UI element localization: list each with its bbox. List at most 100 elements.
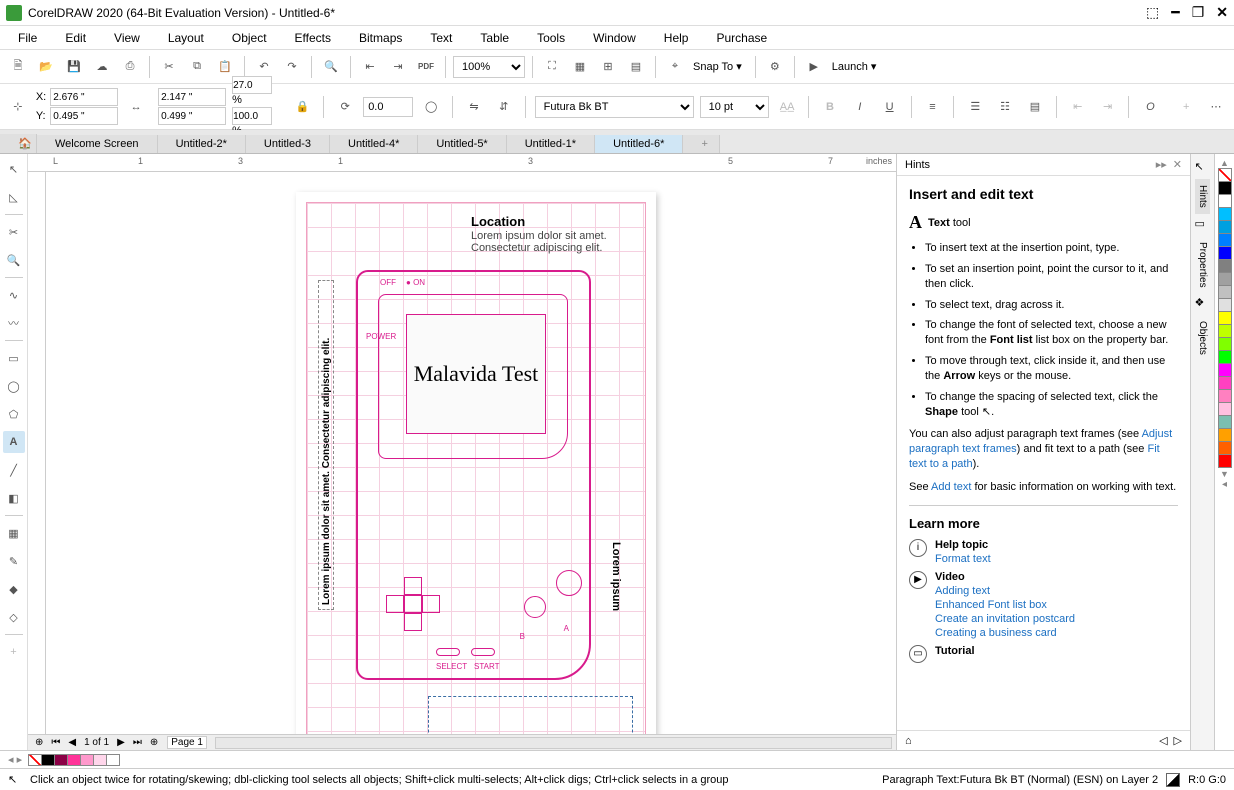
undo-icon[interactable]: ↶ <box>252 55 276 79</box>
swatch-11[interactable] <box>1218 324 1232 338</box>
palette-up-icon[interactable]: ▲ <box>1220 158 1229 168</box>
italic-icon[interactable]: I <box>848 95 872 119</box>
new-icon[interactable]: 🗎 <box>6 55 30 79</box>
swatch-13[interactable] <box>1218 350 1232 364</box>
home-tab[interactable]: 🏠 <box>0 134 37 153</box>
docker-objects[interactable]: Objects <box>1195 315 1210 361</box>
rotate-center-icon[interactable]: ◯ <box>419 95 443 119</box>
indent-inc-icon[interactable]: ⇥ <box>1096 95 1120 119</box>
swatch-7[interactable] <box>1218 272 1232 286</box>
menu-table[interactable]: Table <box>466 29 523 47</box>
swatch-4[interactable] <box>1218 233 1232 247</box>
ruler-vertical[interactable] <box>28 172 46 734</box>
prev-page-icon[interactable]: ◀ <box>65 737 79 748</box>
side-text-frame[interactable]: Lorem ipsum dolor sit amet. Consectetur … <box>318 280 334 610</box>
swatch-none[interactable] <box>1218 168 1232 182</box>
link-format-text[interactable]: Format text <box>935 553 991 565</box>
width-input[interactable] <box>158 88 226 106</box>
print-icon[interactable]: ⎙ <box>118 55 142 79</box>
rulers-icon[interactable]: ▦ <box>568 55 592 79</box>
lock-ratio-icon[interactable]: 🔒 <box>291 95 315 119</box>
dropcap-icon[interactable]: ▤ <box>1023 95 1047 119</box>
align-icon[interactable]: ≡ <box>921 95 945 119</box>
page-tab[interactable]: Page 1 <box>167 736 207 749</box>
snap-icon[interactable]: ⌖ <box>663 55 687 79</box>
swatch-18[interactable] <box>1218 415 1232 429</box>
more-prop-icon[interactable]: ⋯ <box>1204 95 1228 119</box>
mirror-h-icon[interactable]: ⇋ <box>462 95 486 119</box>
open-icon[interactable]: 📂 <box>34 55 58 79</box>
launch-icon[interactable]: ▶ <box>802 55 826 79</box>
hints-fwd-icon[interactable]: ▷ <box>1174 734 1182 747</box>
tab-untitled-3[interactable]: Untitled-3 <box>246 135 330 153</box>
font-size-toggle-icon[interactable]: A̲A̲ <box>775 95 799 119</box>
docker-layer-icon[interactable]: ▭ <box>1195 217 1211 233</box>
line-tool-icon[interactable]: ╱ <box>3 459 25 481</box>
menu-file[interactable]: File <box>4 29 51 47</box>
rectangle-tool-icon[interactable]: ▭ <box>3 347 25 369</box>
polygon-tool-icon[interactable]: ⬠ <box>3 403 25 425</box>
docker-properties[interactable]: Properties <box>1195 236 1210 294</box>
font-select[interactable]: Futura Bk BT <box>535 96 694 118</box>
hints-back-icon[interactable]: ◁ <box>1159 734 1167 747</box>
menu-effects[interactable]: Effects <box>281 29 345 47</box>
link-video-2[interactable]: Enhanced Font list box <box>935 599 1075 611</box>
tab-untitled-4[interactable]: Untitled-4* <box>330 135 418 153</box>
swatch-0[interactable] <box>1218 181 1232 195</box>
first-page-icon[interactable]: ⏮ <box>48 737 63 748</box>
eyedropper-tool-icon[interactable]: ✎ <box>3 550 25 572</box>
hints-home-icon[interactable]: ⌂ <box>905 735 912 747</box>
scale-y-input[interactable] <box>232 107 272 125</box>
outline-tool-icon[interactable]: ◇ <box>3 606 25 628</box>
font-size-select[interactable]: 10 pt <box>700 96 770 118</box>
minimize-button[interactable]: ━ <box>1171 4 1179 21</box>
swatch-12[interactable] <box>1218 337 1232 351</box>
doc-swatch-1[interactable] <box>54 754 68 766</box>
doc-swatch-3[interactable] <box>80 754 94 766</box>
grid-icon[interactable]: ⊞ <box>596 55 620 79</box>
docker-stack-icon[interactable]: ❖ <box>1195 296 1211 312</box>
add-page-after-icon[interactable]: ⊕ <box>147 737 161 748</box>
redo-icon[interactable]: ↷ <box>280 55 304 79</box>
export-icon[interactable]: ⬚ <box>1146 4 1159 21</box>
indent-dec-icon[interactable]: ⇤ <box>1066 95 1090 119</box>
docker-pointer-icon[interactable]: ↖ <box>1195 160 1211 176</box>
snap-to-dropdown[interactable]: Snap To ▾ <box>691 60 748 73</box>
maximize-button[interactable]: ❐ <box>1192 4 1205 21</box>
docker-hints[interactable]: Hints <box>1195 179 1210 214</box>
swatch-6[interactable] <box>1218 259 1232 273</box>
search-icon[interactable]: 🔍 <box>319 55 343 79</box>
panel-menu-icon[interactable]: ▸▸ <box>1156 158 1167 171</box>
close-button[interactable]: ✕ <box>1216 4 1228 21</box>
transparency-tool-icon[interactable]: ▦ <box>3 522 25 544</box>
doc-swatch-0[interactable] <box>41 754 55 766</box>
menu-help[interactable]: Help <box>650 29 703 47</box>
link-add-text[interactable]: Add text <box>931 481 971 493</box>
bullet-list-icon[interactable]: ☰ <box>963 95 987 119</box>
swatch-21[interactable] <box>1218 454 1232 468</box>
swatch-19[interactable] <box>1218 428 1232 442</box>
link-video-4[interactable]: Creating a business card <box>935 627 1075 639</box>
menu-view[interactable]: View <box>100 29 154 47</box>
tab-untitled-6[interactable]: Untitled-6* <box>595 135 683 153</box>
add-prop-icon[interactable]: + <box>1174 95 1198 119</box>
number-list-icon[interactable]: ☷ <box>993 95 1017 119</box>
swatch-2[interactable] <box>1218 207 1232 221</box>
menu-text[interactable]: Text <box>416 29 466 47</box>
swatch-20[interactable] <box>1218 441 1232 455</box>
menu-edit[interactable]: Edit <box>51 29 100 47</box>
menu-window[interactable]: Window <box>579 29 650 47</box>
fill-swatch[interactable] <box>1166 773 1180 787</box>
height-input[interactable] <box>158 107 226 125</box>
origin-icon[interactable]: ⊹ <box>6 95 30 119</box>
scale-x-input[interactable] <box>232 76 272 94</box>
doc-palette-left-icon[interactable]: ◂ ▸ <box>8 753 22 766</box>
menu-purchase[interactable]: Purchase <box>702 29 781 47</box>
import-icon[interactable]: ⇤ <box>358 55 382 79</box>
ellipse-tool-icon[interactable]: ◯ <box>3 375 25 397</box>
gameboy-screen-text[interactable]: Malavida Test <box>406 314 546 434</box>
cut-icon[interactable]: ✂ <box>157 55 181 79</box>
swatch-5[interactable] <box>1218 246 1232 260</box>
tab-untitled-5[interactable]: Untitled-5* <box>418 135 506 153</box>
export-icon[interactable]: ⇥ <box>386 55 410 79</box>
